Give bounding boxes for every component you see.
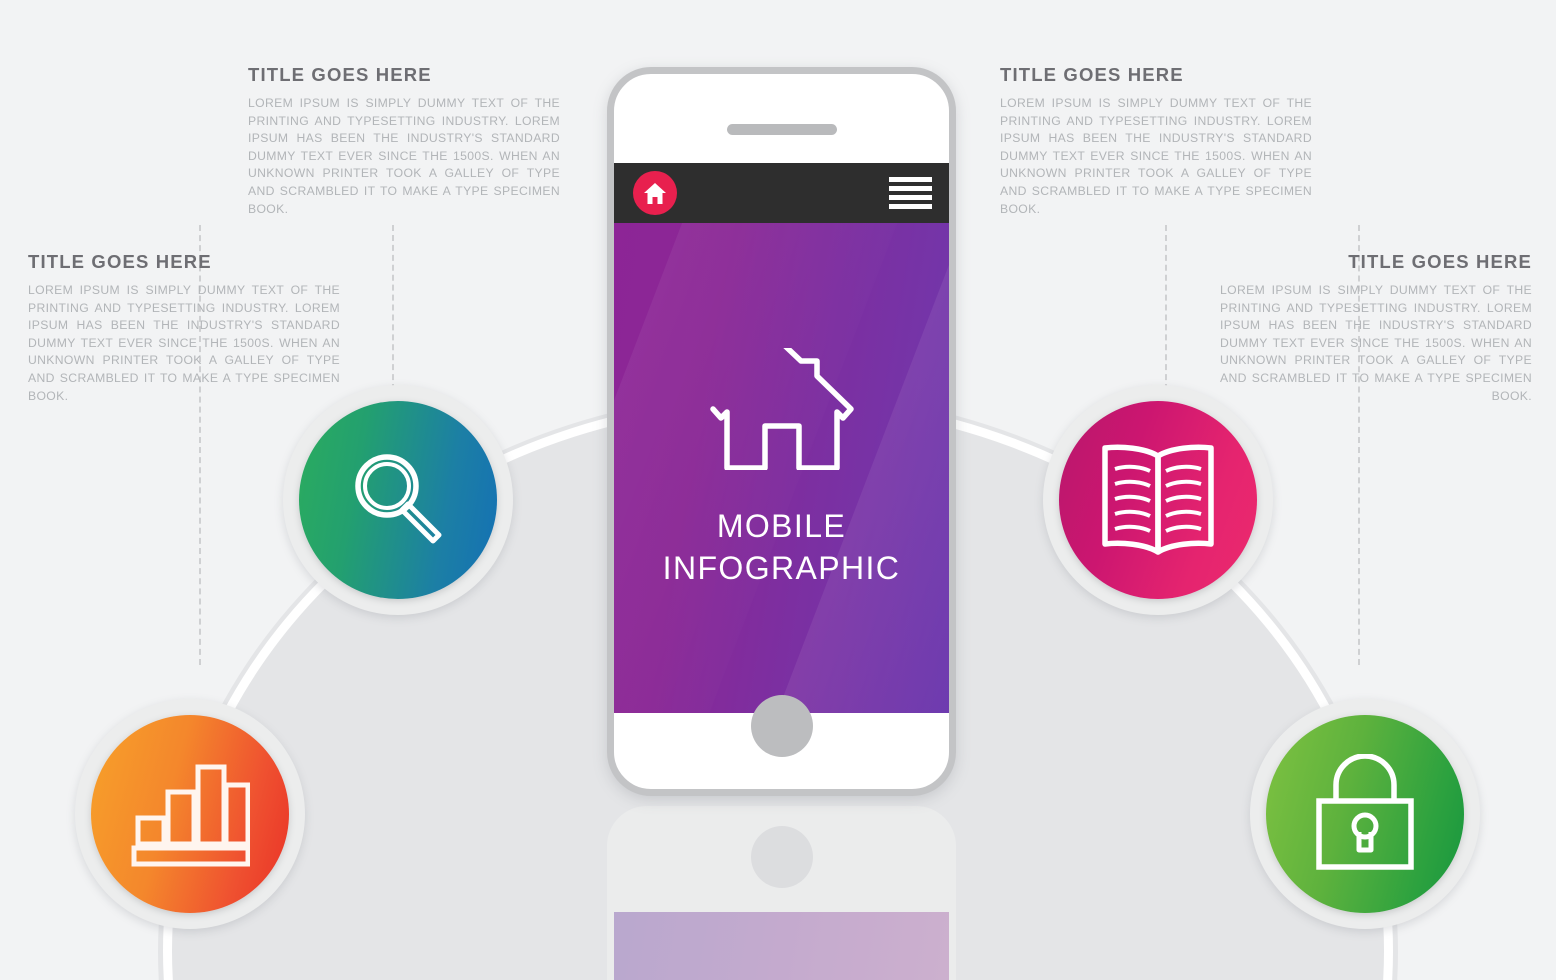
reflection-screen	[614, 912, 949, 980]
badge-bar-chart[interactable]	[75, 699, 305, 929]
section-title: TITLE GOES HERE	[1000, 64, 1184, 85]
open-book-icon	[1102, 444, 1214, 555]
section-title: TITLE GOES HERE	[248, 64, 432, 85]
section-top-left: TITLE GOES HERE LOREM IPSUM IS SIMPLY DU…	[248, 64, 560, 218]
phone-home-button[interactable]	[750, 695, 813, 757]
badge-book[interactable]	[1043, 385, 1273, 615]
home-button[interactable]	[633, 171, 677, 215]
house-outline-icon	[709, 339, 854, 471]
magnifying-glass-icon	[355, 454, 442, 544]
padlock-icon	[1316, 754, 1414, 870]
bar-chart-icon	[131, 764, 250, 867]
connector-line-top-left	[392, 225, 394, 400]
section-middle-right: TITLE GOES HERE LOREM IPSUM IS SIMPLY DU…	[1220, 251, 1532, 405]
home-icon	[644, 182, 666, 204]
app-bar	[614, 163, 949, 223]
section-middle-left: TITLE GOES HERE LOREM IPSUM IS SIMPLY DU…	[28, 251, 340, 405]
phone-mockup: MOBILE INFOGRAPHIC	[607, 67, 956, 796]
infographic-canvas: TITLE GOES HERE LOREM IPSUM IS SIMPLY DU…	[0, 0, 1556, 980]
screen-caption-line1: MOBILE	[716, 507, 847, 544]
screen-caption: MOBILE INFOGRAPHIC	[663, 505, 901, 589]
badge-disc	[1059, 401, 1257, 599]
phone-speaker	[726, 124, 837, 135]
badge-disc	[1266, 715, 1464, 913]
section-body: LOREM IPSUM IS SIMPLY DUMMY TEXT OF THE …	[1220, 283, 1532, 403]
section-title: TITLE GOES HERE	[1348, 251, 1532, 272]
section-title: TITLE GOES HERE	[28, 251, 212, 272]
connector-line-top-right	[1165, 225, 1167, 400]
house-outline-icon-wrap	[707, 339, 857, 475]
phone-reflection	[607, 806, 956, 980]
section-body: LOREM IPSUM IS SIMPLY DUMMY TEXT OF THE …	[28, 283, 340, 403]
section-body: LOREM IPSUM IS SIMPLY DUMMY TEXT OF THE …	[1000, 96, 1312, 216]
section-top-right: TITLE GOES HERE LOREM IPSUM IS SIMPLY DU…	[1000, 64, 1312, 218]
screen-caption-line2: INFOGRAPHIC	[662, 549, 901, 586]
hamburger-menu-icon[interactable]	[889, 177, 932, 209]
badge-lock[interactable]	[1250, 699, 1480, 929]
badge-disc	[299, 401, 497, 599]
section-body: LOREM IPSUM IS SIMPLY DUMMY TEXT OF THE …	[248, 96, 560, 216]
phone-screen: MOBILE INFOGRAPHIC	[614, 223, 949, 713]
badge-disc	[91, 715, 289, 913]
badge-search[interactable]	[283, 385, 513, 615]
reflection-home-button	[750, 826, 813, 888]
